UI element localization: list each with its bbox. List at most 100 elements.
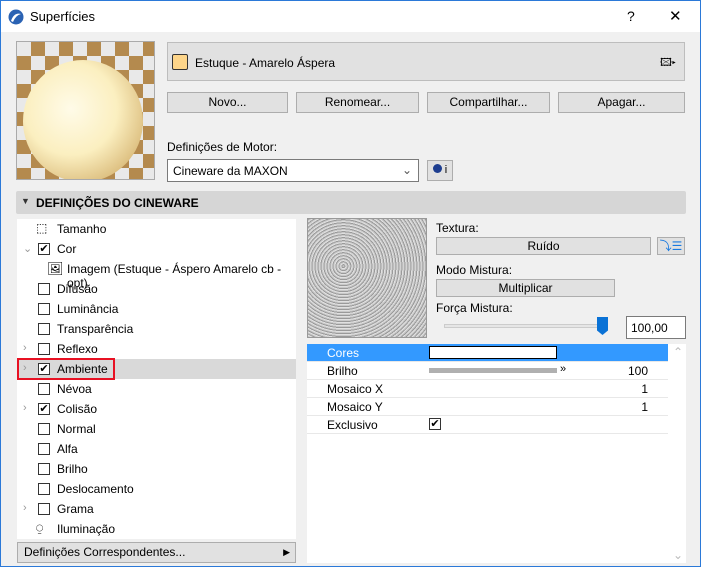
brightness-slider[interactable] — [429, 368, 557, 373]
close-button[interactable]: ✕ — [669, 7, 682, 25]
size-icon: ⬚ — [36, 221, 48, 235]
channel-checkbox[interactable] — [38, 303, 50, 315]
material-swatch — [172, 54, 188, 70]
channel-item[interactable]: Normal — [17, 419, 296, 439]
load-texture-icon[interactable]: ⤵☰ — [657, 237, 685, 255]
surfaces-dialog: Superfícies ? ✕ Estuque - Amarelo Áspera… — [0, 0, 701, 567]
section-title: DEFINIÇÕES DO CINEWARE — [36, 196, 199, 210]
share-button[interactable]: Compartilhar... — [427, 92, 550, 113]
channel-label: Névoa — [57, 382, 92, 396]
chevron-down-icon: ⌄ — [401, 163, 412, 177]
channel-checkbox[interactable] — [38, 483, 50, 495]
help-button[interactable]: ? — [627, 8, 635, 24]
property-row[interactable]: Mosaico Y 1 — [307, 398, 668, 416]
channel-item[interactable]: 🖼 Imagem (Estuque - Áspero Amarelo cb -op… — [17, 259, 296, 290]
title-bar: Superfícies ? ✕ — [1, 1, 700, 32]
slider-thumb[interactable] — [597, 317, 608, 335]
channel-checkbox[interactable]: ✔ — [38, 363, 50, 375]
property-key: Brilho — [327, 364, 358, 378]
property-key: Mosaico Y — [327, 400, 383, 414]
blend-mode-button[interactable]: Multiplicar — [436, 279, 615, 297]
section-header[interactable]: ▼ DEFINIÇÕES DO CINEWARE — [16, 191, 686, 214]
lightbulb-icon: ⍜ — [36, 521, 44, 535]
channel-label: Brilho — [57, 462, 88, 476]
engine-info-button[interactable]: i — [427, 160, 453, 181]
chevron-down-icon[interactable]: ⌄ — [23, 242, 32, 255]
channel-checkbox[interactable] — [38, 383, 50, 395]
material-name: Estuque - Amarelo Áspera — [195, 56, 336, 70]
channel-checkbox[interactable] — [38, 283, 50, 295]
slider-arrow-icon[interactable]: » — [560, 363, 566, 375]
channel-label: Grama — [57, 502, 94, 516]
channel-item[interactable]: Difusão — [17, 279, 296, 299]
property-row[interactable]: Brilho » 100 — [307, 362, 668, 380]
channel-item[interactable]: ⌄ ✔ Cor — [17, 239, 296, 259]
channel-label: Deslocamento — [57, 482, 134, 496]
new-button[interactable]: Novo... — [167, 92, 288, 113]
channel-item[interactable]: Luminância — [17, 299, 296, 319]
channel-checkbox[interactable] — [38, 463, 50, 475]
material-library-icon[interactable]: 🖾▸ — [660, 54, 676, 73]
property-value: 100 — [627, 364, 648, 378]
blend-strength-input[interactable]: 100,00 — [626, 316, 686, 339]
property-row[interactable]: Mosaico X 1 — [307, 380, 668, 398]
chevron-right-icon[interactable]: › — [23, 342, 27, 354]
archicad-logo-icon — [8, 9, 24, 25]
engine-dropdown[interactable]: Cineware da MAXON ⌄ — [167, 159, 419, 182]
info-label: i — [444, 164, 448, 176]
channel-checkbox[interactable] — [38, 503, 50, 515]
property-row[interactable]: Cores — [307, 344, 668, 362]
scrollbar[interactable]: ⌃ ⌄ — [669, 344, 686, 563]
channel-label: Difusão — [57, 282, 98, 296]
matching-settings-button[interactable]: Definições Correspondentes... ▶ — [17, 542, 296, 563]
chevron-right-icon[interactable]: › — [23, 362, 27, 374]
scroll-up-icon[interactable]: ⌃ — [673, 345, 683, 359]
exclusive-checkbox[interactable]: ✔ — [429, 418, 441, 430]
property-key: Cores — [327, 346, 360, 360]
delete-button[interactable]: Apagar... — [558, 92, 685, 113]
color-swatch[interactable] — [429, 346, 557, 359]
channel-checkbox[interactable]: ✔ — [38, 243, 50, 255]
channel-item[interactable]: Névoa — [17, 379, 296, 399]
channel-item[interactable]: Alfa — [17, 439, 296, 459]
channel-item[interactable]: Transparência — [17, 319, 296, 339]
channel-item[interactable]: › Grama — [17, 499, 296, 519]
texture-button[interactable]: Ruído — [436, 237, 651, 255]
channel-label: Cor — [57, 242, 77, 256]
blend-strength-slider[interactable] — [444, 324, 606, 328]
channel-list: ⬚ Tamanho ⌄ ✔ Cor 🖼 Imagem (Estuque - Áspero A… — [17, 219, 296, 539]
channel-item[interactable]: ⍜ Iluminação — [17, 519, 296, 539]
engine-label: Definições de Motor: — [167, 140, 278, 154]
collapse-triangle-icon: ▼ — [21, 196, 30, 206]
channel-checkbox[interactable] — [38, 423, 50, 435]
property-row[interactable]: Exclusivo ✔ — [307, 416, 668, 434]
channel-label: Reflexo — [57, 342, 98, 356]
cineware-icon — [432, 164, 442, 173]
window-title: Superfícies — [30, 9, 96, 24]
material-preview — [16, 41, 155, 180]
channel-label: Alfa — [57, 442, 78, 456]
arrow-right-icon: ▶ — [283, 547, 290, 557]
chevron-right-icon[interactable]: › — [23, 402, 27, 414]
rename-button[interactable]: Renomear... — [296, 92, 419, 113]
material-name-field[interactable]: Estuque - Amarelo Áspera 🖾▸ — [167, 42, 685, 81]
channel-item[interactable]: Brilho — [17, 459, 296, 479]
channel-checkbox[interactable] — [38, 323, 50, 335]
image-icon: 🖼 — [47, 261, 64, 276]
channel-item[interactable]: Deslocamento — [17, 479, 296, 499]
blend-mode-label: Modo Mistura: — [436, 263, 513, 277]
channel-checkbox[interactable] — [38, 343, 50, 355]
channel-label: Iluminação — [57, 522, 116, 536]
channel-item[interactable]: › ✔ Ambiente — [17, 359, 296, 379]
channel-item[interactable]: › ✔ Colisão — [17, 399, 296, 419]
property-value: 1 — [641, 382, 648, 396]
channel-checkbox[interactable]: ✔ — [38, 403, 50, 415]
channel-label: Colisão — [57, 402, 98, 416]
channel-checkbox[interactable] — [38, 443, 50, 455]
channel-item[interactable]: ⬚ Tamanho — [17, 219, 296, 239]
channel-item[interactable]: › Reflexo — [17, 339, 296, 359]
property-key: Exclusivo — [327, 418, 378, 432]
chevron-right-icon[interactable]: › — [23, 502, 27, 514]
scroll-down-icon[interactable]: ⌄ — [673, 548, 683, 562]
channel-label: Normal — [57, 422, 96, 436]
